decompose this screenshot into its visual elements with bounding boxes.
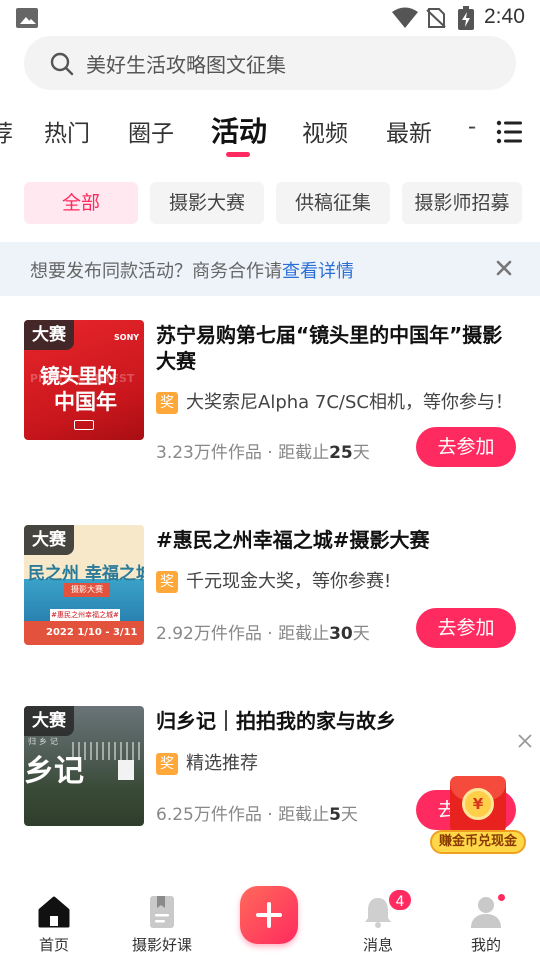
home-icon xyxy=(38,896,70,928)
banner-text: 想要发布同款活动？商务合作请 xyxy=(30,261,282,282)
activity-title: 归乡记｜拍拍我的家与故乡 xyxy=(156,709,396,733)
tab-circles[interactable]: 圈子 xyxy=(128,114,174,148)
coin-icon: ¥ xyxy=(462,788,494,820)
award-icon: 奖 xyxy=(156,392,178,414)
no-sim-icon xyxy=(426,8,446,28)
publish-plus-button[interactable] xyxy=(240,886,298,944)
channel-list-icon[interactable] xyxy=(496,120,522,144)
active-tab-indicator xyxy=(226,152,250,157)
bottom-navigation: 首页 摄影好课 消息 4 我的 xyxy=(0,880,540,960)
status-bar: 2:40 xyxy=(0,0,540,36)
contest-badge: 大赛 xyxy=(24,320,74,350)
nav-home[interactable]: 首页 xyxy=(9,894,99,955)
search-icon xyxy=(50,52,74,76)
tab-hot[interactable]: 热门 xyxy=(44,114,90,148)
notification-dot xyxy=(498,894,505,901)
tab-latest[interactable]: 最新 xyxy=(386,114,432,148)
coin-reward-label: 赚金币兑现金 xyxy=(430,830,526,854)
wifi-icon xyxy=(392,7,418,28)
activity-perk: 奖大奖索尼Alpha 7C/SC相机，等你参与！ xyxy=(156,388,513,414)
banner-details-link[interactable]: 查看详情 xyxy=(282,261,354,282)
tab-videos[interactable]: 视频 xyxy=(302,114,348,148)
category-tabs: 荐 热门 圈子 活动 视频 最新 - xyxy=(0,106,540,162)
search-bar[interactable]: 美好生活攻略图文征集 xyxy=(24,36,516,90)
activity-title: 苏宁易购第七届“镜头里的中国年”摄影大赛 xyxy=(156,323,503,373)
award-icon: 奖 xyxy=(156,571,178,593)
close-icon[interactable] xyxy=(494,258,514,278)
activity-perk: 奖精选推荐 xyxy=(156,749,258,775)
activity-meta: 2.92万件作品 · 距截止30天 xyxy=(156,624,370,644)
filter-photo-contest[interactable]: 摄影大赛 xyxy=(150,182,264,224)
activity-meta: 6.25万件作品 · 距截止5天 xyxy=(156,805,358,825)
activity-title: #惠民之州幸福之城#摄影大赛 xyxy=(156,528,430,552)
tab-activities[interactable]: 活动 xyxy=(211,110,267,150)
contest-badge: 大赛 xyxy=(24,525,74,555)
coin-reward-floating-button[interactable]: ¥ 赚金币兑现金 xyxy=(430,774,526,856)
filter-submissions[interactable]: 供稿征集 xyxy=(276,182,390,224)
brand-logo-icon xyxy=(74,420,94,430)
activity-card[interactable]: SONY PHOTO CONTEST 镜头里的 中国年 大赛 苏宁易购第七届“镜… xyxy=(24,320,524,467)
contest-badge: 大赛 xyxy=(24,706,74,736)
nav-me[interactable]: 我的 xyxy=(441,894,531,955)
clock-time: 2:40 xyxy=(484,5,525,28)
activity-thumbnail: SONY PHOTO CONTEST 镜头里的 中国年 大赛 xyxy=(24,320,144,440)
nav-photo-courses[interactable]: 摄影好课 xyxy=(117,894,207,955)
activity-meta: 3.23万件作品 · 距截止25天 xyxy=(156,443,370,463)
image-notification-icon xyxy=(16,8,38,28)
activity-thumbnail: 归乡记 乡记 大赛 xyxy=(24,706,144,826)
message-count-badge: 4 xyxy=(387,888,413,912)
activity-thumbnail: 民之州 幸福之城 摄影大赛 #惠民之州幸福之城# 2022 1/10 - 3/1… xyxy=(24,525,144,645)
activity-perk: 奖千元现金大奖，等你参赛! xyxy=(156,567,391,593)
join-button[interactable]: 去参加 xyxy=(416,608,516,648)
activity-card[interactable]: 民之州 幸福之城 摄影大赛 #惠民之州幸福之城# 2022 1/10 - 3/1… xyxy=(24,525,524,648)
join-button[interactable]: 去参加 xyxy=(416,427,516,467)
search-placeholder: 美好生活攻略图文征集 xyxy=(86,53,286,77)
close-icon[interactable] xyxy=(516,732,534,750)
bookmark-book-icon xyxy=(150,896,174,928)
tab-recommend[interactable]: 荐 xyxy=(0,114,13,148)
filter-all[interactable]: 全部 xyxy=(24,182,138,224)
award-icon: 奖 xyxy=(156,753,178,775)
filter-photographer-recruit[interactable]: 摄影师招募 xyxy=(402,182,522,224)
business-banner: 想要发布同款活动？商务合作请查看详情 xyxy=(0,242,540,296)
battery-charging-icon xyxy=(458,6,474,30)
